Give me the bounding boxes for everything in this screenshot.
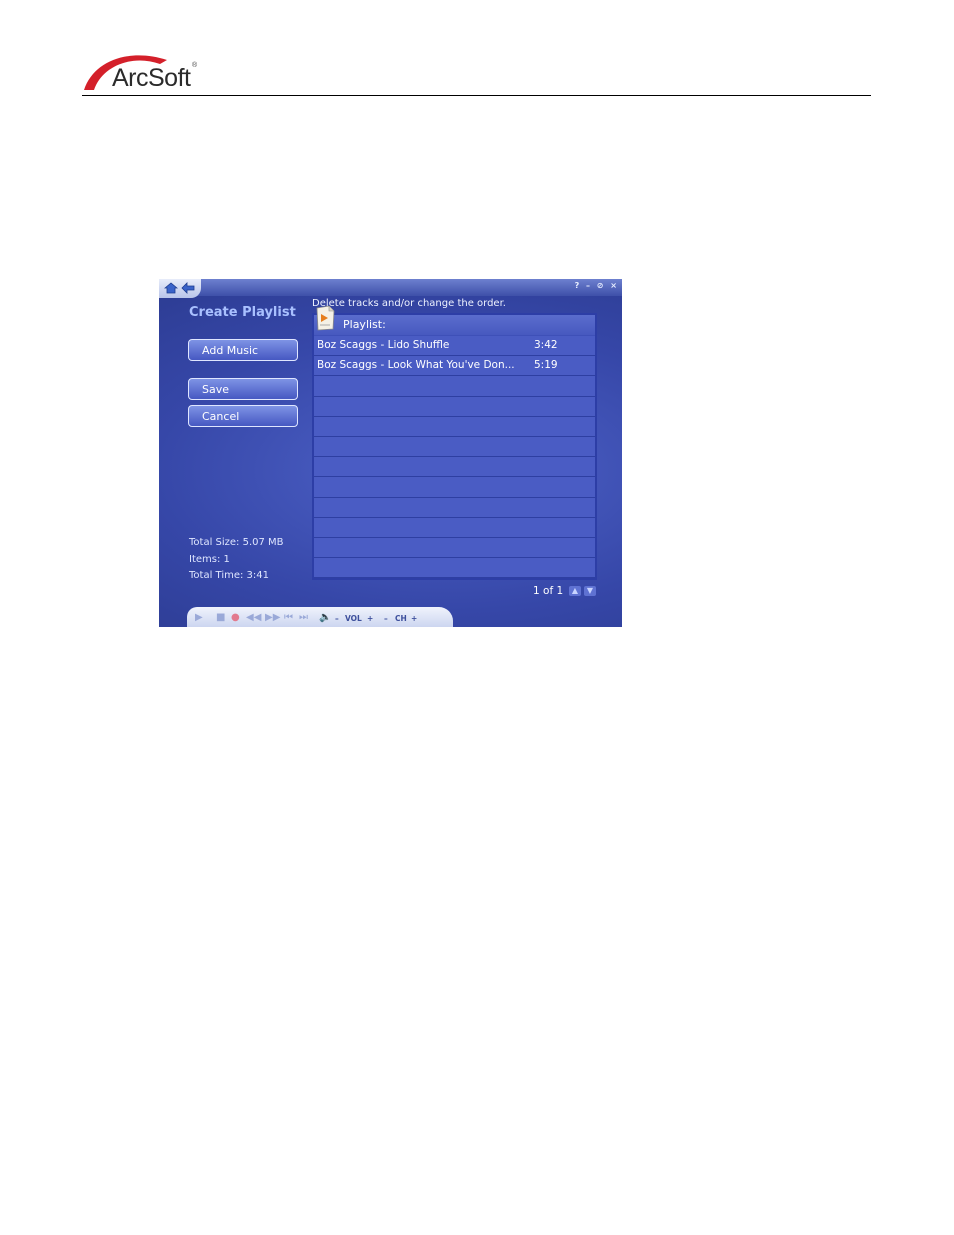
- skip-back-icon[interactable]: ⏮: [284, 612, 293, 623]
- channel-up-icon[interactable]: +: [411, 614, 417, 623]
- playlist-label: Playlist:: [343, 318, 386, 331]
- help-icon[interactable]: ?: [575, 281, 581, 290]
- empty-row: [314, 416, 595, 437]
- playlist-document-icon: [316, 305, 335, 331]
- empty-row: [314, 376, 595, 397]
- empty-row: [314, 517, 595, 538]
- track-rows: Boz Scaggs - Lido Shuffle 3:42 Boz Scagg…: [314, 336, 595, 579]
- total-time: Total Time: 3:41: [189, 570, 270, 581]
- rewind-icon[interactable]: ◀◀: [246, 612, 261, 623]
- logo-reg-mark: ®: [192, 62, 198, 69]
- volume-label: VOL: [345, 614, 362, 623]
- back-arrow-icon[interactable]: [181, 282, 195, 294]
- track-duration: 5:19: [534, 359, 558, 372]
- track-row[interactable]: Boz Scaggs - Look What You've Don... 5:1…: [314, 356, 595, 377]
- empty-row: [314, 457, 595, 478]
- cancel-button[interactable]: Cancel: [188, 405, 298, 427]
- minimize-icon[interactable]: –: [586, 281, 591, 290]
- total-size: Total Size: 5.07 MB: [189, 537, 284, 548]
- play-icon[interactable]: ▶: [195, 612, 203, 623]
- playlist-stats: Total Size: 5.07 MB Items: 1 Total Time:…: [189, 535, 284, 585]
- page-title: Create Playlist: [189, 305, 296, 320]
- skip-forward-icon[interactable]: ⏭: [299, 612, 308, 623]
- track-duration: 3:42: [534, 339, 558, 351]
- record-icon[interactable]: ●: [231, 612, 240, 623]
- channel-label: CH: [395, 614, 407, 623]
- mute-icon[interactable]: 🔈: [319, 612, 331, 623]
- home-icon[interactable]: [164, 282, 178, 294]
- items-count: Items: 1: [189, 553, 230, 565]
- empty-row: [314, 497, 595, 518]
- nav-tab: [159, 279, 201, 298]
- track-title: Boz Scaggs - Lido Shuffle: [317, 339, 450, 351]
- title-bar: [159, 279, 622, 296]
- page-up-icon[interactable]: ▲: [569, 586, 581, 596]
- playlist-header: Playlist:: [314, 315, 595, 335]
- volume-down-icon[interactable]: –: [335, 614, 339, 623]
- page-indicator: 1 of 1: [533, 585, 564, 597]
- restore-icon[interactable]: ⊘: [597, 281, 605, 290]
- empty-row: [314, 396, 595, 417]
- stop-icon[interactable]: ■: [216, 612, 225, 623]
- track-title: Boz Scaggs - Look What You've Don...: [317, 359, 515, 372]
- instruction-text: Delete tracks and/or change the order.: [312, 298, 506, 309]
- window-controls: ? – ⊘ ×: [573, 281, 618, 290]
- logo-text: ArcSoft: [112, 64, 191, 92]
- close-icon[interactable]: ×: [610, 281, 618, 290]
- header-rule: [82, 95, 871, 96]
- playlist-list: Playlist: Boz Scaggs - Lido Shuffle 3:42…: [312, 313, 597, 580]
- channel-down-icon[interactable]: –: [384, 614, 388, 623]
- add-music-button[interactable]: Add Music: [188, 339, 298, 361]
- track-row[interactable]: Boz Scaggs - Lido Shuffle 3:42: [314, 336, 595, 357]
- volume-up-icon[interactable]: +: [367, 614, 373, 623]
- arcsoft-logo: ArcSoft ®: [82, 50, 212, 96]
- empty-row: [314, 436, 595, 458]
- empty-row: [314, 477, 595, 498]
- transport-bar: ▶ ■ ● ◀◀ ▶▶ ⏮ ⏭ 🔈 – VOL + – CH +: [187, 607, 453, 627]
- empty-row: [314, 537, 595, 559]
- create-playlist-window: ? – ⊘ × Create Playlist Add Music Save C…: [159, 279, 622, 627]
- fast-forward-icon[interactable]: ▶▶: [265, 612, 280, 623]
- page-down-icon[interactable]: ▼: [584, 586, 596, 596]
- save-button[interactable]: Save: [188, 378, 298, 400]
- empty-row: [314, 558, 595, 579]
